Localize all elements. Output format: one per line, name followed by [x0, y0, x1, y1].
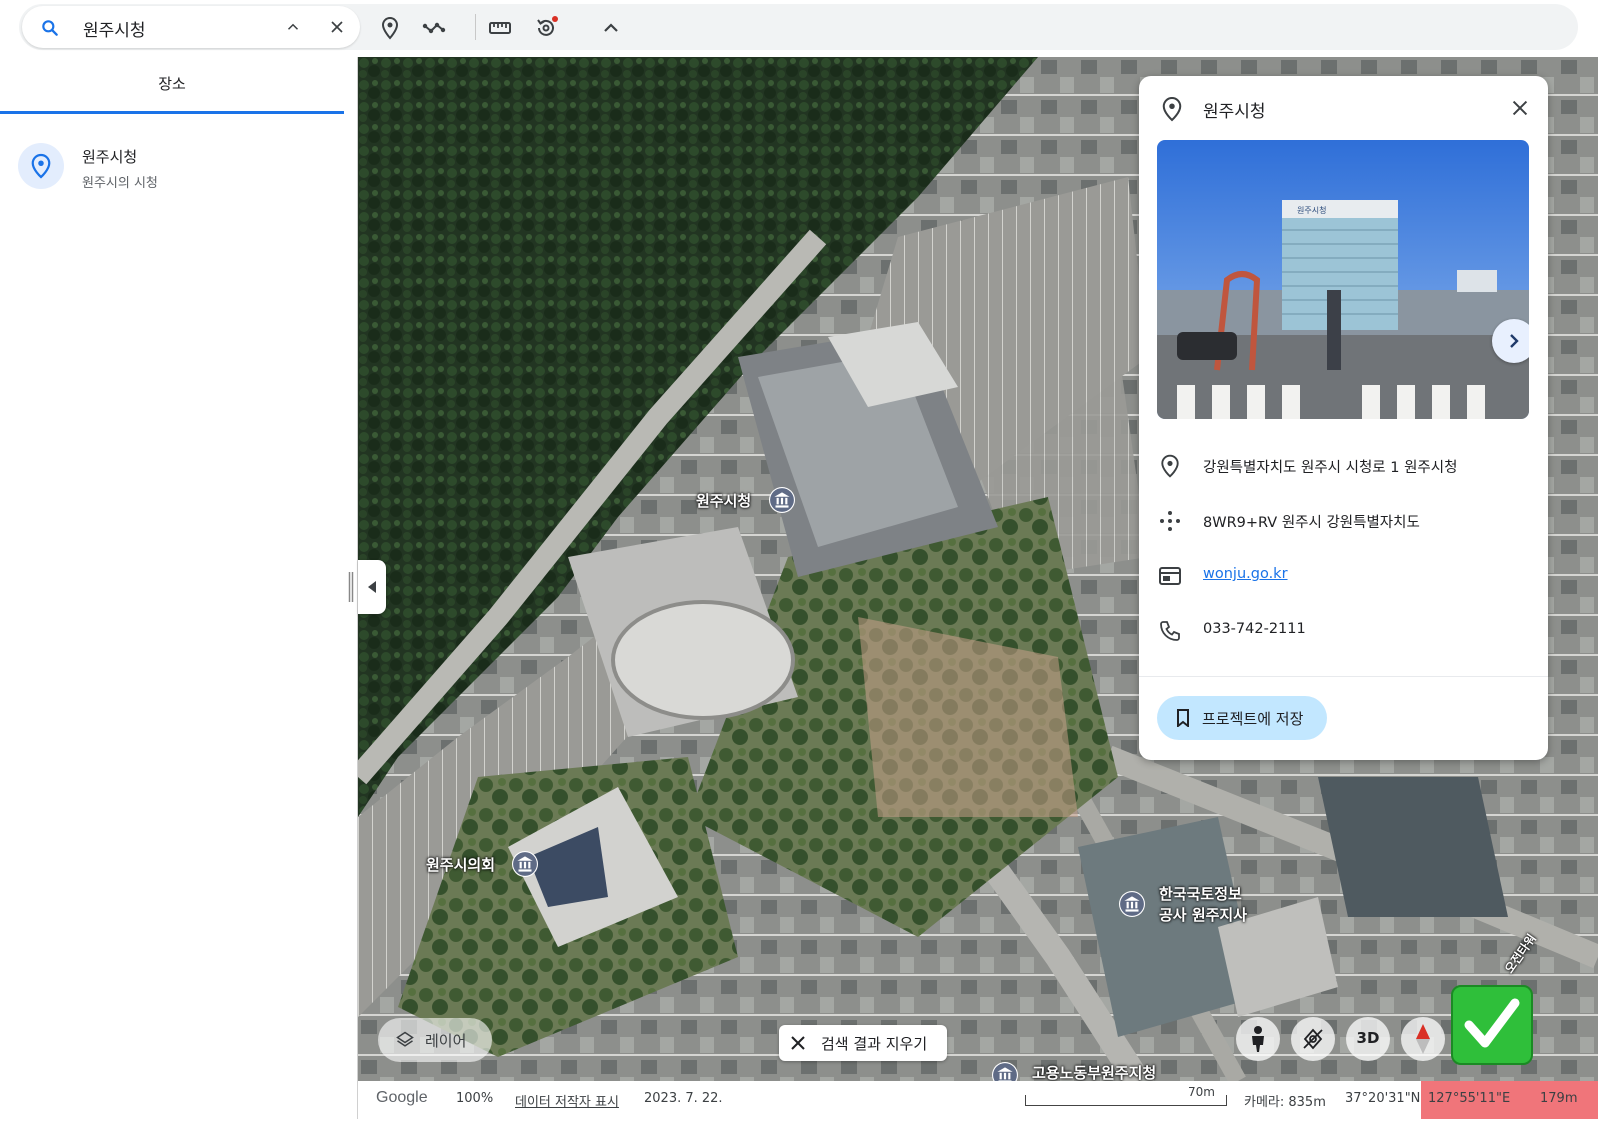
- save-button-label: 프로젝트에 저장: [1202, 710, 1304, 728]
- latitude: 37°20'31"N: [1345, 1091, 1421, 1106]
- phone-text: 033-742-2111: [1203, 621, 1306, 637]
- zoom-level: 100%: [456, 1091, 494, 1106]
- clear-results-label: 검색 결과 지우기: [821, 1035, 928, 1053]
- plus-code-text: 8WR9+RV 원주시 강원특별자치도: [1203, 515, 1420, 531]
- card-divider: [1139, 676, 1548, 677]
- compass-button[interactable]: [1401, 1017, 1445, 1061]
- card-title: 원주시청: [1203, 102, 1266, 122]
- chevron-up-icon[interactable]: [284, 18, 302, 36]
- caret-left-icon: [368, 581, 376, 593]
- status-bar: Google 100% 데이터 저작자 표시 2023. 7. 22. 70m …: [358, 1081, 1598, 1119]
- imagery-date: 2023. 7. 22.: [644, 1091, 723, 1106]
- history-icon[interactable]: [534, 16, 558, 40]
- photo-sign-text: 원주시청: [1297, 206, 1326, 215]
- chevron-right-icon: [1510, 334, 1519, 348]
- elevation: 179m: [1540, 1091, 1578, 1106]
- result-icon: [18, 143, 64, 189]
- layers-icon: [396, 1031, 414, 1047]
- street-view-button[interactable]: [1236, 1017, 1280, 1061]
- window-bottom-edge: [0, 1119, 1598, 1137]
- toolbar-divider: [475, 14, 476, 40]
- chevron-up-icon[interactable]: [599, 16, 623, 40]
- compass-reset-icon: [1303, 1028, 1323, 1050]
- list-item[interactable]: 원주시청 원주시의 시청: [0, 137, 357, 201]
- layers-button[interactable]: 레이어: [378, 1018, 492, 1062]
- search-icon: [42, 20, 58, 36]
- collapse-sidebar-button[interactable]: [358, 560, 386, 614]
- draw-path-icon[interactable]: [422, 16, 446, 40]
- data-attribution-link[interactable]: 데이터 저작자 표시: [515, 1091, 619, 1110]
- phone-row[interactable]: 033-742-2111: [1139, 611, 1548, 651]
- map-pin-icon: [1161, 454, 1179, 478]
- sidebar: 장소 원주시청 원주시의 시청: [0, 57, 358, 1137]
- plus-code-row[interactable]: 8WR9+RV 원주시 강원특별자치도: [1139, 501, 1548, 541]
- government-building-icon[interactable]: [1119, 891, 1145, 917]
- government-building-icon[interactable]: [512, 851, 538, 877]
- search-input[interactable]: 원주시청: [83, 16, 146, 41]
- add-placemark-icon[interactable]: [378, 16, 402, 40]
- map-pin-icon: [31, 153, 51, 179]
- toggle-3d-button[interactable]: 3D: [1346, 1017, 1390, 1061]
- save-to-project-button[interactable]: 프로젝트에 저장: [1157, 696, 1327, 740]
- result-name: 원주시청: [82, 148, 138, 166]
- result-description: 원주시의 시청: [82, 176, 158, 191]
- map-label-lx-line2[interactable]: 공사 원주지사: [1159, 904, 1247, 925]
- toolbar-container: 원주시청: [19, 4, 1578, 50]
- map-label-council[interactable]: 원주시의회: [426, 854, 495, 875]
- close-icon: [791, 1036, 805, 1050]
- city-hall-photo: 원주시청: [1157, 140, 1529, 419]
- longitude: 127°55'11"E: [1428, 1091, 1511, 1106]
- government-building-icon[interactable]: [769, 487, 795, 513]
- place-photo[interactable]: 원주시청: [1157, 140, 1529, 419]
- ruler-icon[interactable]: [488, 16, 512, 40]
- website-link[interactable]: wonju.go.kr: [1203, 566, 1288, 582]
- close-icon[interactable]: [327, 17, 347, 37]
- resize-handle-icon[interactable]: [348, 572, 354, 602]
- google-logo: Google: [376, 1089, 428, 1106]
- place-info-card: 원주시청 원주시청 강원특별자치도 원주시 시청로 1 원주시청 8WR9+RV…: [1139, 76, 1548, 760]
- map-pin-icon: [1162, 96, 1182, 122]
- checkmark-icon: [1451, 985, 1533, 1065]
- map-label-labor-office[interactable]: 고용노동부원주지청: [1032, 1062, 1156, 1081]
- address-row[interactable]: 강원특별자치도 원주시 시청로 1 원주시청: [1139, 446, 1548, 486]
- 3d-label: 3D: [1356, 1029, 1380, 1047]
- website-row[interactable]: wonju.go.kr: [1139, 556, 1548, 596]
- scale-label: 70m: [1188, 1085, 1215, 1099]
- phone-icon: [1160, 621, 1180, 641]
- compass-needle-icon: [1416, 1024, 1430, 1054]
- search-box[interactable]: 원주시청: [22, 6, 360, 48]
- plus-code-icon: [1160, 511, 1180, 531]
- camera-altitude: 카메라: 835m: [1244, 1095, 1326, 1110]
- layers-label: 레이어: [425, 1032, 467, 1050]
- address-text: 강원특별자치도 원주시 시청로 1 원주시청: [1203, 460, 1458, 476]
- website-icon: [1159, 567, 1181, 585]
- tab-places[interactable]: 장소: [0, 57, 344, 114]
- map-label-city-hall[interactable]: 원주시청: [696, 490, 751, 511]
- close-icon[interactable]: [1509, 97, 1531, 119]
- map-label-lx-line1[interactable]: 한국국토정보: [1159, 883, 1242, 904]
- pegman-icon: [1252, 1026, 1264, 1052]
- reset-tilt-button[interactable]: [1291, 1017, 1335, 1061]
- bookmark-icon: [1177, 709, 1189, 727]
- photo-next-button[interactable]: [1492, 319, 1529, 363]
- top-toolbar: 원주시청: [0, 0, 1598, 57]
- government-building-icon[interactable]: [992, 1062, 1018, 1081]
- clear-search-results-button[interactable]: 검색 결과 지우기: [779, 1025, 947, 1061]
